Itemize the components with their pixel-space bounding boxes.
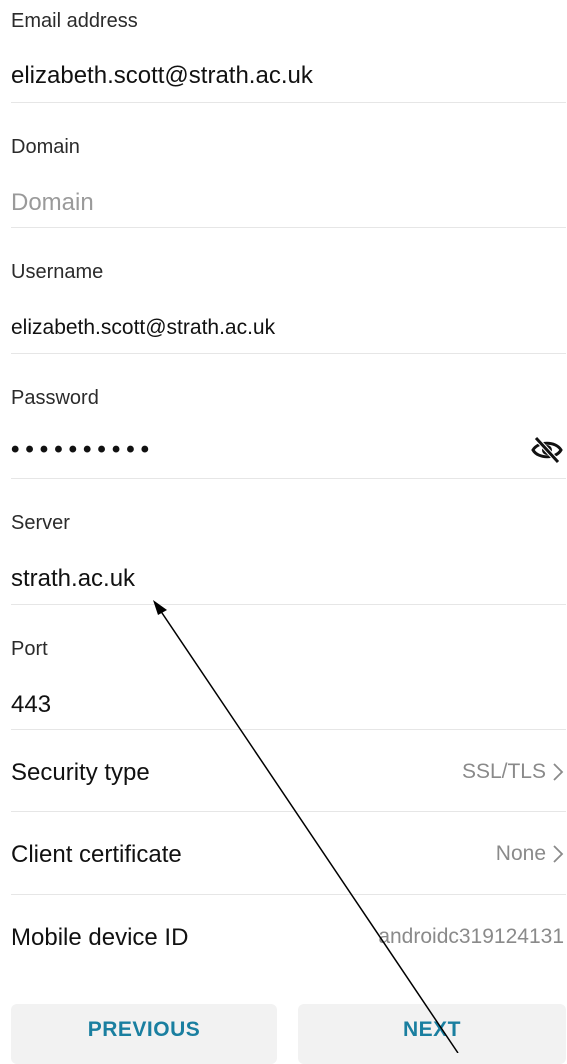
domain-input[interactable]: Domain [11, 189, 94, 217]
username-label: Username [11, 261, 104, 283]
server-label: Server [11, 512, 70, 534]
domain-label: Domain [11, 136, 80, 158]
port-label: Port [11, 638, 48, 660]
email-label: Email address [11, 10, 138, 32]
security-type-label: Security type [11, 759, 150, 786]
eye-off-icon[interactable] [530, 433, 564, 467]
domain-field-group: Domain Domain [11, 103, 566, 228]
chevron-right-icon [553, 845, 564, 863]
server-field-group: Server strath.ac.uk [11, 479, 566, 605]
username-field-group: Username elizabeth.scott@strath.ac.uk [11, 228, 566, 354]
password-field-group: Password •••••••••• [11, 354, 566, 479]
mobile-device-id-row: Mobile device ID androidc319124131 [11, 895, 566, 977]
server-input[interactable]: strath.ac.uk [11, 565, 135, 593]
previous-button[interactable]: PREVIOUS [11, 1004, 277, 1064]
email-input[interactable]: elizabeth.scott@strath.ac.uk [11, 62, 313, 90]
navigation-buttons: PREVIOUS NEXT [0, 1004, 567, 1064]
client-certificate-value: None [495, 842, 546, 865]
chevron-right-icon [553, 763, 564, 781]
client-certificate-row[interactable]: Client certificate None [11, 812, 566, 895]
password-input[interactable]: •••••••••• [11, 436, 155, 464]
username-input[interactable]: elizabeth.scott@strath.ac.uk [11, 316, 275, 340]
client-certificate-label: Client certificate [11, 841, 182, 868]
security-type-value-wrap: SSL/TLS [462, 760, 564, 784]
password-label: Password [11, 387, 99, 409]
security-type-row[interactable]: Security type SSL/TLS [11, 730, 566, 812]
mobile-device-id-value: androidc319124131 [378, 925, 564, 948]
next-button[interactable]: NEXT [298, 1004, 566, 1064]
exchange-account-form: Email address elizabeth.scott@strath.ac.… [0, 0, 567, 977]
port-field-group: Port 443 [11, 605, 566, 730]
port-input[interactable]: 443 [11, 691, 51, 719]
email-field-group: Email address elizabeth.scott@strath.ac.… [11, 0, 566, 103]
security-type-value: SSL/TLS [461, 760, 546, 783]
mobile-device-id-label: Mobile device ID [11, 924, 189, 951]
client-certificate-value-wrap: None [496, 842, 564, 866]
